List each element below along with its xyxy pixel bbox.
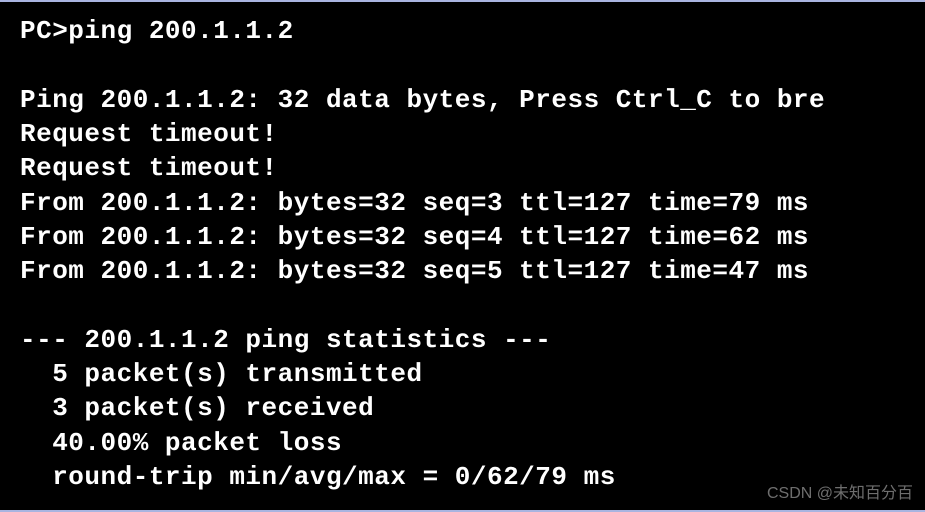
- blank-line: [20, 289, 905, 323]
- watermark-text: CSDN @未知百分百: [767, 483, 913, 504]
- stats-transmitted-line: 5 packet(s) transmitted: [20, 357, 905, 391]
- timeout-line: Request timeout!: [20, 151, 905, 185]
- blank-line: [20, 48, 905, 82]
- stats-header-line: --- 200.1.1.2 ping statistics ---: [20, 323, 905, 357]
- stats-received-line: 3 packet(s) received: [20, 391, 905, 425]
- timeout-line: Request timeout!: [20, 117, 905, 151]
- ping-reply-line: From 200.1.1.2: bytes=32 seq=4 ttl=127 t…: [20, 220, 905, 254]
- ping-reply-line: From 200.1.1.2: bytes=32 seq=3 ttl=127 t…: [20, 186, 905, 220]
- stats-loss-line: 40.00% packet loss: [20, 426, 905, 460]
- command-prompt-line: PC>ping 200.1.1.2: [20, 14, 905, 48]
- ping-reply-line: From 200.1.1.2: bytes=32 seq=5 ttl=127 t…: [20, 254, 905, 288]
- ping-header-line: Ping 200.1.1.2: 32 data bytes, Press Ctr…: [20, 83, 905, 117]
- terminal-output[interactable]: PC>ping 200.1.1.2 Ping 200.1.1.2: 32 dat…: [20, 14, 905, 494]
